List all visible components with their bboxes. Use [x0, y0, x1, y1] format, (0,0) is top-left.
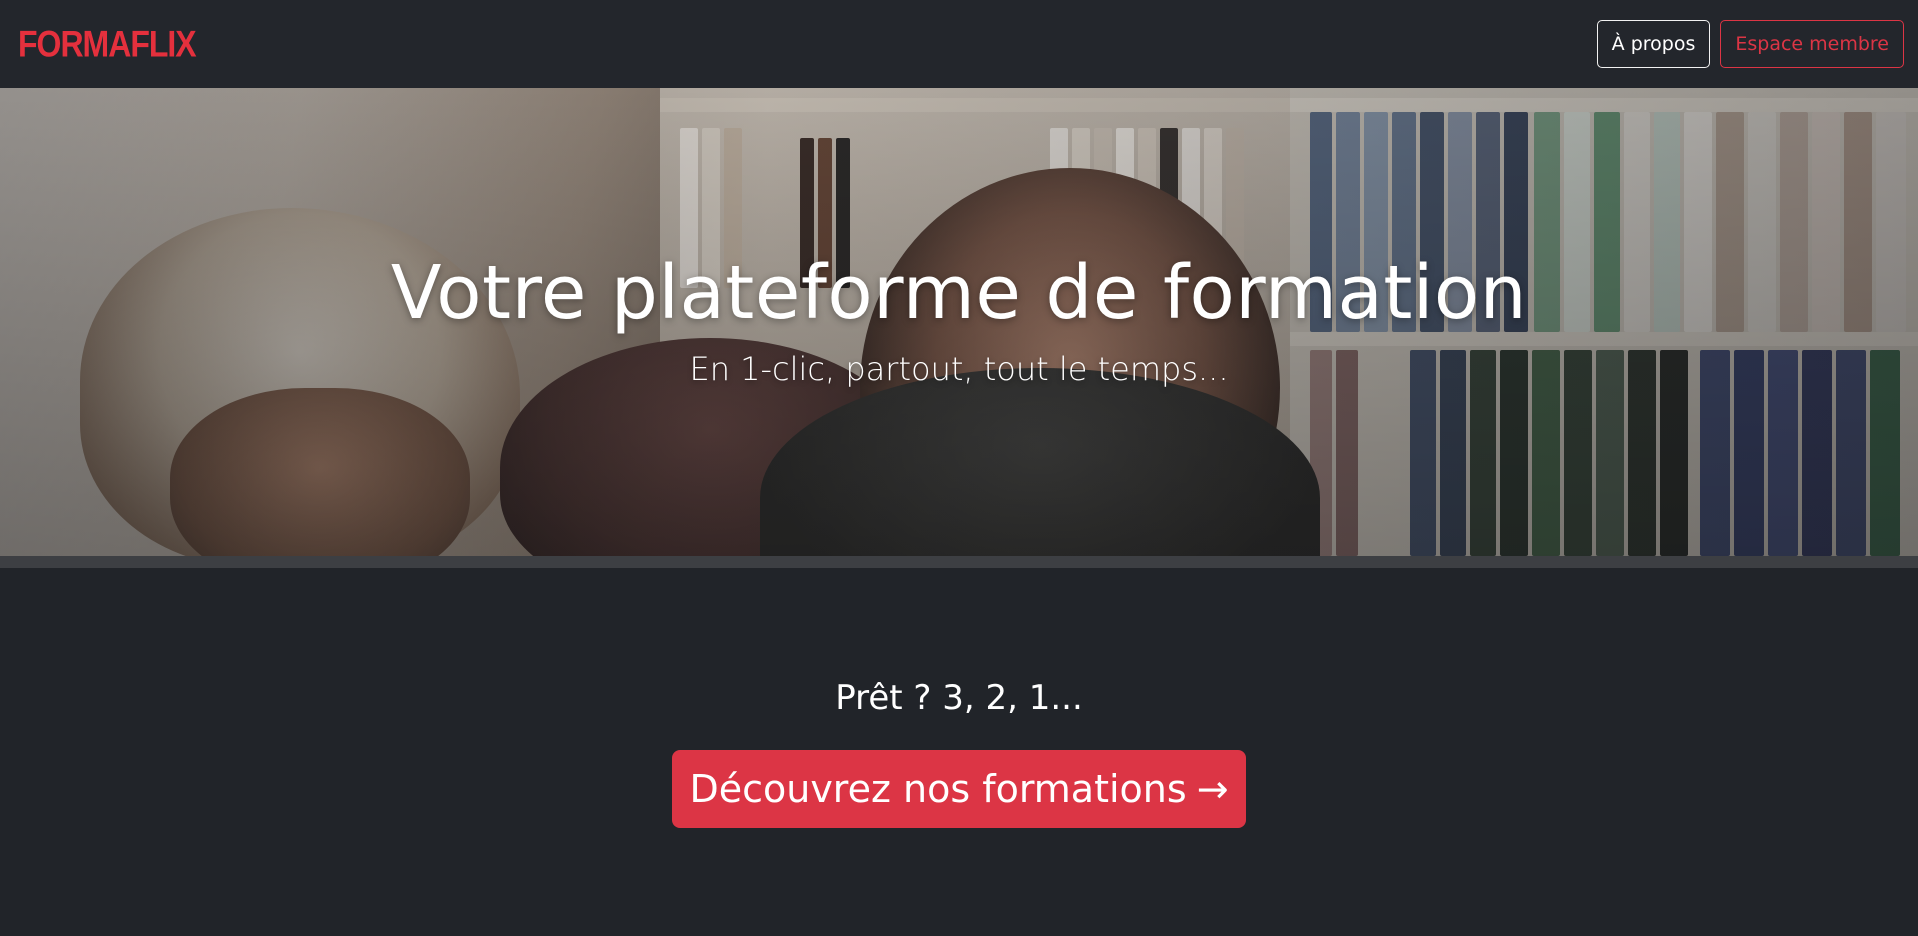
discover-trainings-button[interactable]: Découvrez nos formations → — [672, 750, 1246, 828]
hero-title: Votre plateforme de formation — [390, 250, 1528, 336]
about-button[interactable]: À propos — [1596, 20, 1711, 68]
cta-button-label: Découvrez nos formations — [689, 767, 1187, 811]
hero-text: Votre plateforme de formation En 1-clic,… — [0, 88, 1918, 556]
hero-banner: Votre plateforme de formation En 1-clic,… — [0, 88, 1918, 556]
hero-divider — [0, 556, 1918, 568]
member-area-button[interactable]: Espace membre — [1720, 20, 1904, 68]
hero-subtitle: En 1-clic, partout, tout le temps... — [689, 350, 1229, 388]
nav-actions: À propos Espace membre — [1596, 20, 1904, 68]
cta-kicker: Prêt ? 3, 2, 1... — [835, 678, 1083, 718]
cta-section: Prêt ? 3, 2, 1... Découvrez nos formatio… — [0, 568, 1918, 936]
top-navbar: FORMAFLIX À propos Espace membre — [0, 0, 1918, 88]
brand-logo[interactable]: FORMAFLIX — [18, 23, 197, 66]
arrow-right-icon: → — [1196, 767, 1229, 811]
